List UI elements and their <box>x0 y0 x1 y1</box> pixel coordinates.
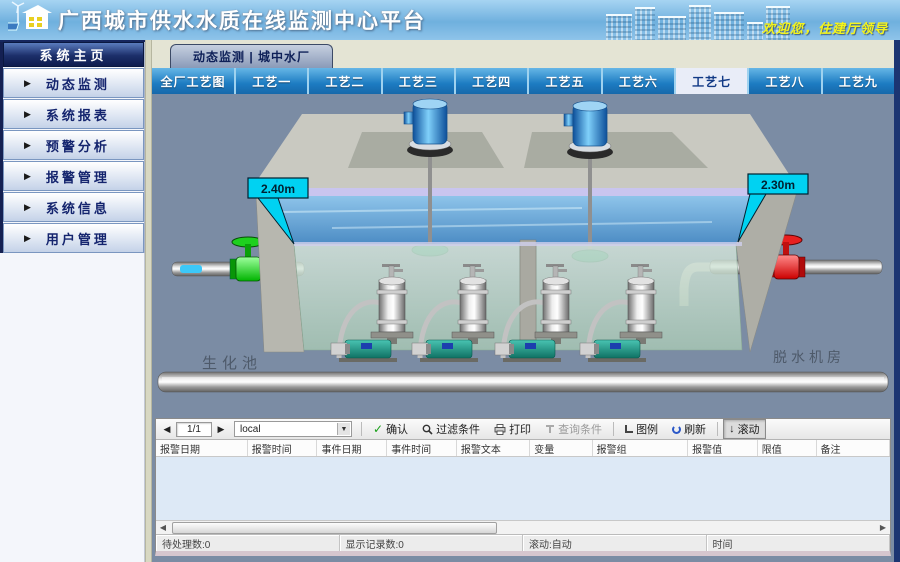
area-label-right: 脱水机房 <box>773 349 845 365</box>
hscroll-right-icon[interactable]: ▶ <box>876 523 890 532</box>
refresh-icon <box>672 425 681 434</box>
scroll-down-icon: ↓ <box>729 424 735 435</box>
legend-icon <box>625 425 633 433</box>
area-label-left: 生化池 <box>202 355 262 372</box>
alarm-column-header[interactable]: 报警日期 <box>156 440 248 456</box>
main-pipe <box>158 372 888 392</box>
aeration-tank-structure <box>252 114 798 244</box>
welcome-message: 欢迎您，住建厅领导 <box>762 18 888 37</box>
magnifier-icon <box>422 424 433 435</box>
tab-process-2[interactable]: 工艺二 <box>307 68 380 94</box>
alarm-column-header[interactable]: 限值 <box>758 440 817 456</box>
breadcrumb-row: 动态监测 | 城中水厂 <box>152 40 894 68</box>
submenu-arrow-icon: ▶ <box>24 78 34 89</box>
alarm-column-header[interactable]: 备注 <box>817 440 890 456</box>
query-conditions-button: 查询条件 <box>539 419 608 439</box>
submenu-arrow-icon: ▶ <box>24 202 34 213</box>
sidebar-item-warning-analysis[interactable]: ▶ 预警分析 <box>3 130 144 160</box>
tab-process-1[interactable]: 工艺一 <box>234 68 307 94</box>
sidebar-item-label: 系统信息 <box>46 198 110 217</box>
sidebar-item-label: 动态监测 <box>46 74 110 93</box>
confirm-button[interactable]: ✓ 确认 <box>367 419 414 439</box>
process-tab-strip: 全厂工艺图 工艺一 工艺二 工艺三 工艺四 工艺五 工艺六 工艺七 工艺八 工艺… <box>152 68 894 94</box>
submenu-arrow-icon: ▶ <box>24 233 34 244</box>
printer-icon <box>494 424 506 435</box>
submenu-arrow-icon: ▶ <box>24 109 34 120</box>
status-cell: 时间 <box>707 535 891 551</box>
prev-page-icon[interactable]: ◀ <box>160 424 174 435</box>
horizontal-scrollbar: ◀ ▶ <box>156 520 890 534</box>
page-indicator: 1/1 <box>176 422 212 437</box>
tab-process-4[interactable]: 工艺四 <box>454 68 527 94</box>
toolbar-separator <box>361 422 362 436</box>
alarm-column-header[interactable]: 报警组 <box>593 440 688 456</box>
legend-button[interactable]: 图例 <box>619 419 664 439</box>
alarm-column-header[interactable]: 报警值 <box>688 440 758 456</box>
sidebar-home-button[interactable]: 系统主页 <box>3 42 144 67</box>
refresh-button[interactable]: 刷新 <box>666 419 712 439</box>
sidebar-item-dynamic-monitoring[interactable]: ▶ 动态监测 <box>3 68 144 98</box>
sidebar-item-system-info[interactable]: ▶ 系统信息 <box>3 192 144 222</box>
app-window: 广西城市供水水质在线监测中心平台 欢迎您，住建厅领导 系统主页 ▶ 动态监测 ▶ <box>0 0 900 562</box>
hscroll-left-icon[interactable]: ◀ <box>156 523 170 532</box>
app-logo <box>8 1 52 40</box>
tab-process-5[interactable]: 工艺五 <box>527 68 600 94</box>
check-icon: ✓ <box>373 423 383 435</box>
tab-process-9[interactable]: 工艺九 <box>821 68 894 94</box>
alarm-table-body <box>156 457 890 520</box>
vertical-divider <box>145 40 152 562</box>
scrollbar-thumb[interactable] <box>172 522 497 534</box>
app-header: 广西城市供水水质在线监测中心平台 欢迎您，住建厅领导 <box>0 0 900 40</box>
alarm-column-header[interactable]: 报警文本 <box>457 440 530 456</box>
toolbar-separator <box>613 422 614 436</box>
tab-process-8[interactable]: 工艺八 <box>747 68 820 94</box>
left-level-value: 2.40m <box>261 182 295 196</box>
breadcrumb-tab[interactable]: 动态监测 | 城中水厂 <box>170 44 333 68</box>
sidebar-item-label: 报警管理 <box>46 167 110 186</box>
tab-plant-overview[interactable]: 全厂工艺图 <box>152 68 234 94</box>
submenu-arrow-icon: ▶ <box>24 140 34 151</box>
status-cell: 待处理数:0 <box>156 535 340 551</box>
alarm-column-header[interactable]: 事件时间 <box>387 440 457 456</box>
next-page-icon[interactable]: ▶ <box>214 424 228 435</box>
status-cell: 显示记录数:0 <box>340 535 524 551</box>
status-cell: 滚动:自动 <box>523 535 707 551</box>
sidebar-item-label: 系统报表 <box>46 105 110 124</box>
right-level-value: 2.30m <box>761 178 795 192</box>
alarm-toolbar: ◀ 1/1 ▶ local ▼ ✓ 确认 <box>156 419 890 440</box>
alarm-status-bar: 待处理数:0 显示记录数:0 滚动:自动 时间 <box>156 534 890 551</box>
alarm-column-header[interactable]: 报警时间 <box>248 440 318 456</box>
toolbar-separator <box>717 422 718 436</box>
sidebar-item-label: 预警分析 <box>46 136 110 155</box>
scroll-button[interactable]: ↓ 滚动 <box>723 419 766 439</box>
tab-process-6[interactable]: 工艺六 <box>601 68 674 94</box>
query-icon <box>545 424 555 434</box>
alarm-panel: ◀ 1/1 ▶ local ▼ ✓ 确认 <box>155 418 891 556</box>
alarm-column-header[interactable]: 变量 <box>530 440 592 456</box>
filter-conditions-button[interactable]: 过滤条件 <box>416 419 486 439</box>
submenu-arrow-icon: ▶ <box>24 171 34 182</box>
sidebar-item-system-reports[interactable]: ▶ 系统报表 <box>3 99 144 129</box>
alarm-column-header[interactable]: 事件日期 <box>317 440 387 456</box>
tab-process-7[interactable]: 工艺七 <box>674 68 747 94</box>
print-button[interactable]: 打印 <box>488 419 537 439</box>
scada-canvas: 2.40m 2.30m <box>152 94 894 562</box>
sidebar: 系统主页 ▶ 动态监测 ▶ 系统报表 ▶ 预警分析 ▶ 报警管理 <box>0 40 145 562</box>
dropdown-arrow-icon: ▼ <box>337 423 350 435</box>
tab-process-3[interactable]: 工艺三 <box>381 68 454 94</box>
range-dropdown-value: local <box>240 424 261 435</box>
page-title: 广西城市供水水质在线监测中心平台 <box>58 5 426 35</box>
sidebar-item-label: 用户管理 <box>46 229 110 248</box>
sidebar-item-user-management[interactable]: ▶ 用户管理 <box>3 223 144 253</box>
hscroll-track[interactable] <box>170 522 876 534</box>
main-area: 动态监测 | 城中水厂 全厂工艺图 工艺一 工艺二 工艺三 工艺四 工艺五 工艺… <box>152 40 900 562</box>
sidebar-empty-area <box>0 253 145 562</box>
alarm-table-header: 报警日期 报警时间 事件日期 事件时间 报警文本 变量 报警组 报警值 限值 备… <box>156 440 890 457</box>
range-dropdown[interactable]: local ▼ <box>234 421 352 437</box>
sidebar-item-alarm-management[interactable]: ▶ 报警管理 <box>3 161 144 191</box>
